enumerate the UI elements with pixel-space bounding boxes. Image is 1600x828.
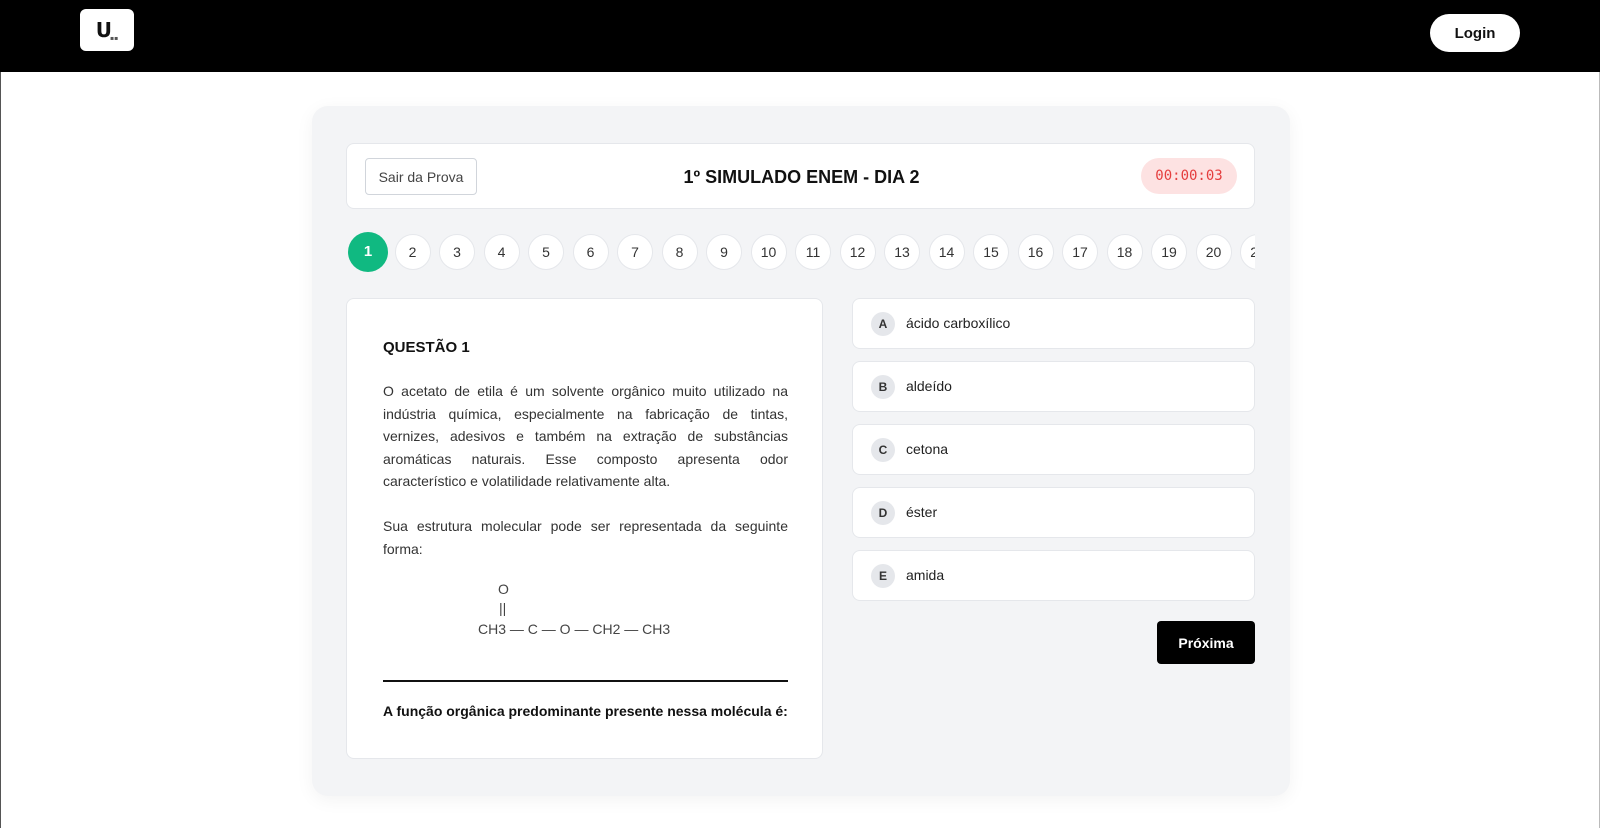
question-number-6[interactable]: 6 <box>572 234 609 270</box>
question-number-8[interactable]: 8 <box>661 234 698 270</box>
option-letter: A <box>871 312 895 336</box>
question-number-3[interactable]: 3 <box>439 234 475 270</box>
exam-header: Sair da Prova 1º SIMULADO ENEM - DIA 2 0… <box>346 143 1255 209</box>
question-number-5[interactable]: 5 <box>528 234 564 270</box>
option-letter: C <box>871 438 895 462</box>
question-paragraph-1: O acetato de etila é um solvente orgânic… <box>383 383 788 489</box>
option-text: aldeído <box>906 378 952 394</box>
option-b[interactable]: B aldeído <box>852 361 1255 412</box>
exam-title: 1º SIMULADO ENEM - DIA 2 <box>683 167 920 187</box>
structure-double-bond: || <box>499 600 507 616</box>
logo[interactable]: U▪▪ <box>80 9 134 51</box>
option-letter: D <box>871 501 895 525</box>
question-number-2[interactable]: 2 <box>394 234 431 270</box>
question-number-17[interactable]: 17 <box>1062 234 1098 270</box>
window-edge-left <box>0 72 1 828</box>
question-number-4[interactable]: 4 <box>483 234 520 270</box>
molecular-structure: O || CH3 — C — O — CH2 — CH3 <box>347 581 824 643</box>
question-number-11[interactable]: 11 <box>795 234 831 270</box>
question-paragraph-2: Sua estrutura molecular pode ser represe… <box>383 518 788 557</box>
question-number-1[interactable]: 1 <box>348 232 388 272</box>
option-d[interactable]: D éster <box>852 487 1255 538</box>
question-number-10[interactable]: 10 <box>750 234 787 270</box>
option-c[interactable]: C cetona <box>852 424 1255 475</box>
question-number-18[interactable]: 18 <box>1106 234 1143 270</box>
question-navigator: 123456789101112131415161718192021 <box>346 232 1255 276</box>
option-text: amida <box>906 567 945 583</box>
question-number-16[interactable]: 16 <box>1017 234 1054 270</box>
question-number-19[interactable]: 19 <box>1151 234 1187 270</box>
divider <box>383 680 788 682</box>
timer-badge: 00:00:03 <box>1141 158 1237 194</box>
top-navbar: U▪▪ Login <box>0 0 1600 72</box>
question-number-7[interactable]: 7 <box>617 234 653 270</box>
login-button[interactable]: Login <box>1430 14 1520 52</box>
option-text: ácido carboxílico <box>906 315 1011 331</box>
option-letter: E <box>871 564 895 588</box>
question-number-15[interactable]: 15 <box>973 234 1009 270</box>
exit-exam-button[interactable]: Sair da Prova <box>365 158 477 195</box>
option-text: cetona <box>906 441 949 457</box>
question-number-20[interactable]: 20 <box>1195 234 1232 270</box>
question-number-14[interactable]: 14 <box>928 234 965 270</box>
option-text: éster <box>906 504 938 520</box>
question-number-9[interactable]: 9 <box>706 234 742 270</box>
structure-oxygen: O <box>498 581 509 597</box>
option-letter: B <box>871 375 895 399</box>
option-a[interactable]: A ácido carboxílico <box>852 298 1255 349</box>
question-number-13[interactable]: 13 <box>884 234 920 270</box>
question-prompt: A função orgânica predominante presente … <box>383 703 788 719</box>
question-heading: QUESTÃO 1 <box>383 339 470 356</box>
question-number-21[interactable]: 21 <box>1240 234 1255 270</box>
question-number-12[interactable]: 12 <box>839 234 876 270</box>
logo-icon: U▪▪ <box>95 18 119 42</box>
question-card: QUESTÃO 1 O acetato de etila é um solven… <box>346 298 823 759</box>
structure-chain: CH3 — C — O — CH2 — CH3 <box>478 621 671 637</box>
option-e[interactable]: E amida <box>852 550 1255 601</box>
next-button[interactable]: Próxima <box>1157 621 1255 664</box>
